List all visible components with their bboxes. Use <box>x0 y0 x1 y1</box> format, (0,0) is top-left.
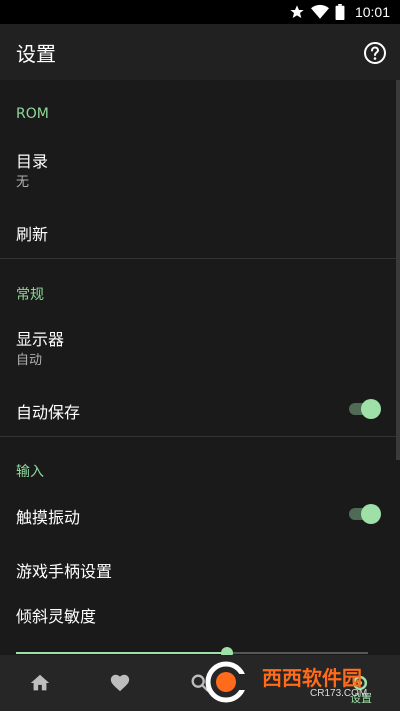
section-header-input: 输入 <box>16 464 44 480</box>
slider-fill <box>16 652 228 654</box>
pref-directory-title: 目录 <box>16 152 49 171</box>
toggle-thumb <box>361 399 381 419</box>
pref-autosave-title: 自动保存 <box>16 403 81 422</box>
page-title: 设置 <box>16 41 56 66</box>
pref-display-summary: 自动 <box>16 353 43 368</box>
slider-thumb[interactable] <box>221 647 234 655</box>
scrollbar[interactable] <box>396 80 400 460</box>
toggle-thumb <box>361 504 381 524</box>
status-time: 10:01 <box>354 4 390 20</box>
pref-tilt-title: 倾斜灵敏度 <box>16 607 97 626</box>
wifi-icon <box>310 4 329 19</box>
battery-icon <box>335 4 345 20</box>
settings-list[interactable]: ROM 目录 无 刷新 常规 显示器 自动 自动保存 输入 触摸振动 游戏手柄设… <box>0 80 400 655</box>
section-header-rom: ROM <box>16 106 49 122</box>
pref-gamepad-title: 游戏手柄设置 <box>16 562 113 581</box>
heart-icon <box>110 674 130 692</box>
pref-directory-summary: 无 <box>16 175 30 190</box>
divider <box>0 258 400 259</box>
watermark-text: 西西软件园 <box>262 666 362 690</box>
help-circle-icon[interactable] <box>362 40 388 66</box>
status-bar: 10:01 <box>0 0 400 24</box>
nav-home[interactable] <box>0 655 80 711</box>
home-icon <box>30 674 50 691</box>
pref-refresh-title: 刷新 <box>16 225 49 244</box>
nav-favorites[interactable] <box>80 655 160 711</box>
pref-refresh[interactable] <box>0 204 392 258</box>
watermark: 西西软件园 CR173.COM <box>200 660 380 704</box>
watermark-sub: CR173.COM <box>310 688 368 699</box>
watermark-logo <box>205 661 248 703</box>
haptic-toggle[interactable] <box>349 504 381 524</box>
pref-directory[interactable] <box>0 132 392 198</box>
autosave-toggle[interactable] <box>349 399 381 419</box>
pref-display-title: 显示器 <box>16 330 65 349</box>
app-bar: 设置 <box>0 24 400 80</box>
divider <box>0 436 400 437</box>
star-icon <box>290 5 304 18</box>
tilt-sensitivity-slider[interactable] <box>16 646 368 655</box>
pref-haptic-title: 触摸振动 <box>16 508 81 527</box>
section-header-general: 常规 <box>16 287 44 303</box>
